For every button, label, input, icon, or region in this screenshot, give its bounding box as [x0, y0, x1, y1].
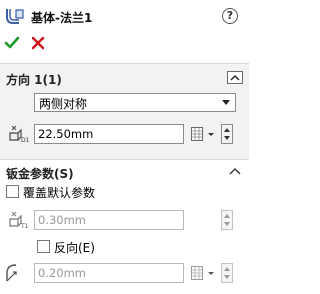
- equation-grid-icon[interactable]: [191, 266, 203, 280]
- bend-radius-input[interactable]: 0.20mm: [34, 263, 184, 283]
- stepper-up[interactable]: [222, 125, 232, 134]
- equation-grid-icon[interactable]: [191, 127, 203, 141]
- svg-text:D1: D1: [21, 137, 30, 144]
- stepper-down[interactable]: [222, 273, 232, 282]
- override-default-checkbox[interactable]: [6, 185, 19, 198]
- property-manager-title: 基体-法兰1: [31, 11, 93, 25]
- ok-checkmark-icon[interactable]: [4, 35, 20, 51]
- help-icon[interactable]: ?: [222, 8, 238, 24]
- chevron-up-icon: [230, 75, 240, 81]
- stepper-up[interactable]: [222, 264, 232, 273]
- bend-radius-stepper[interactable]: [221, 263, 233, 283]
- thickness-value: 0.30mm: [38, 213, 87, 227]
- unit-dropdown-icon[interactable]: [207, 263, 215, 283]
- bend-radius-icon: [6, 264, 17, 282]
- thickness-t1-icon: T1: [9, 211, 29, 230]
- thickness-stepper[interactable]: [221, 210, 233, 230]
- thickness-input[interactable]: 0.30mm: [34, 210, 184, 230]
- direction1-title: 方向 1(1): [6, 73, 62, 87]
- stepper-up[interactable]: [222, 211, 232, 220]
- unit-dropdown-icon[interactable]: [207, 124, 215, 144]
- end-condition-dropdown[interactable]: 两侧对称: [34, 93, 236, 112]
- depth-d1-icon: D1: [9, 125, 30, 144]
- reverse-label: 反向(E): [54, 241, 95, 255]
- depth-stepper[interactable]: [221, 124, 233, 144]
- end-condition-value: 两侧对称: [39, 97, 88, 111]
- sheet-metal-collapse-chevron-icon[interactable]: [229, 166, 241, 176]
- direction1-collapse-button[interactable]: [227, 71, 243, 84]
- sheet-metal-title: 钣金参数(S): [6, 167, 74, 181]
- cancel-x-icon[interactable]: [30, 35, 46, 51]
- stepper-down[interactable]: [222, 220, 232, 229]
- section-divider: [0, 159, 249, 160]
- override-default-label: 覆盖默认参数: [23, 186, 96, 200]
- dropdown-arrow-icon: [222, 100, 230, 105]
- base-flange-icon: [6, 9, 24, 24]
- svg-text:T1: T1: [20, 223, 29, 230]
- stepper-down[interactable]: [222, 134, 232, 143]
- reverse-checkbox[interactable]: [37, 240, 50, 253]
- depth-input[interactable]: 22.50mm: [34, 124, 184, 144]
- bend-radius-value: 0.20mm: [38, 266, 87, 280]
- depth-value: 22.50mm: [38, 127, 94, 141]
